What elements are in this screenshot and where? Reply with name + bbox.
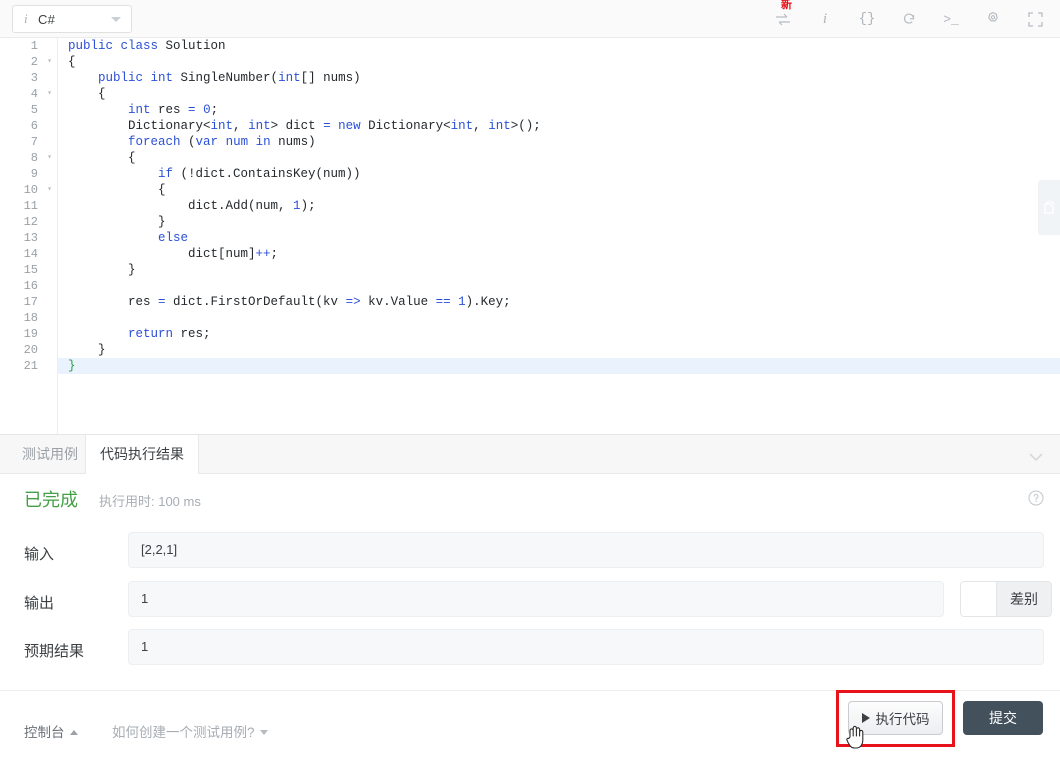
line-number: 3	[0, 70, 57, 86]
diff-label[interactable]: 差别	[996, 581, 1052, 617]
expected-label: 预期结果	[24, 640, 84, 661]
output-row: 输出 1 差别	[0, 581, 1060, 629]
info-italic-icon: i	[24, 11, 34, 27]
editor-toolbar: i C# 新 i {} >_	[0, 0, 1060, 38]
expected-field[interactable]: 1	[128, 629, 1044, 665]
code-line[interactable]: {	[58, 86, 1060, 102]
line-number: 17	[0, 294, 57, 310]
line-number: 14	[0, 246, 57, 262]
diff-toggle-group[interactable]: 差别	[960, 581, 1052, 617]
question-circle-icon[interactable]	[1028, 490, 1044, 511]
code-line[interactable]: res = dict.FirstOrDefault(kv => kv.Value…	[58, 294, 1060, 310]
braces-icon[interactable]: {}	[856, 8, 878, 30]
line-number: 10▾	[0, 182, 57, 198]
submit-label: 提交	[989, 708, 1017, 728]
code-line[interactable]: public class Solution	[58, 38, 1060, 54]
code-line[interactable]: foreach (var num in nums)	[58, 134, 1060, 150]
tab-testcase[interactable]: 测试用例	[8, 435, 92, 474]
caret-down-icon	[260, 730, 268, 735]
code-line[interactable]: return res;	[58, 326, 1060, 342]
result-tabbar: 测试用例 代码执行结果	[0, 435, 1060, 474]
line-number: 16	[0, 278, 57, 294]
code-line[interactable]: {	[58, 150, 1060, 166]
fold-caret-icon[interactable]: ▾	[47, 54, 52, 70]
code-line[interactable]: {	[58, 54, 1060, 70]
reset-icon[interactable]	[898, 8, 920, 30]
caret-up-icon	[70, 730, 78, 735]
runtime-label: 执行用时: 100 ms	[99, 491, 201, 510]
braces-glyph: {}	[859, 11, 876, 27]
code-line[interactable]: }	[58, 214, 1060, 230]
code-content[interactable]: public class Solution{ public int Single…	[58, 38, 1060, 434]
line-number: 1	[0, 38, 57, 54]
howto-testcase-link[interactable]: 如何创建一个测试用例?	[112, 721, 268, 741]
output-field[interactable]: 1	[128, 581, 944, 617]
line-number: 12	[0, 214, 57, 230]
chevron-down-icon	[111, 17, 121, 22]
toolbar-icon-group: 新 i {} >_	[772, 0, 1046, 38]
play-icon	[862, 713, 870, 723]
console-icon[interactable]: >_	[940, 8, 962, 30]
line-number: 15	[0, 262, 57, 278]
status-badge: 已完成	[24, 486, 78, 512]
code-line[interactable]: }	[58, 262, 1060, 278]
line-number: 5	[0, 102, 57, 118]
expected-row: 预期结果 1	[0, 629, 1060, 677]
info-icon[interactable]: i	[814, 8, 836, 30]
chevron-down-icon[interactable]	[1028, 449, 1044, 467]
fold-caret-icon[interactable]: ▾	[47, 182, 52, 198]
line-number: 7	[0, 134, 57, 150]
language-select[interactable]: i C#	[12, 5, 132, 33]
line-number: 2▾	[0, 54, 57, 70]
new-badge: 新	[781, 0, 792, 11]
line-number: 18	[0, 310, 57, 326]
code-line[interactable]: }	[58, 358, 1060, 374]
input-field[interactable]: [2,2,1]	[128, 532, 1044, 568]
howto-testcase-label: 如何创建一个测试用例?	[112, 725, 255, 740]
run-code-label: 执行代码	[876, 708, 930, 728]
fold-caret-icon[interactable]: ▾	[47, 150, 52, 166]
line-number-gutter: 12▾34▾5678▾910▾1112131415161718192021	[0, 38, 58, 434]
code-line[interactable]: public int SingleNumber(int[] nums)	[58, 70, 1060, 86]
fold-caret-icon[interactable]: ▾	[47, 86, 52, 102]
input-row: 输入 [2,2,1]	[0, 532, 1060, 580]
code-line[interactable]: dict.Add(num, 1);	[58, 198, 1060, 214]
line-number: 4▾	[0, 86, 57, 102]
copy-icon[interactable]	[1038, 180, 1060, 235]
line-number: 13	[0, 230, 57, 246]
line-number: 8▾	[0, 150, 57, 166]
execution-status-row: 已完成 执行用时: 100 ms	[0, 474, 1060, 522]
code-line[interactable]: Dictionary<int, int> dict = new Dictiona…	[58, 118, 1060, 134]
code-line[interactable]	[58, 310, 1060, 326]
code-line[interactable]: {	[58, 182, 1060, 198]
output-label: 输出	[24, 592, 54, 613]
compare-icon[interactable]: 新	[772, 8, 794, 30]
line-number: 9	[0, 166, 57, 182]
console-toggle-label: 控制台	[24, 725, 65, 740]
language-select-label: C#	[38, 12, 55, 27]
input-label: 输入	[24, 543, 54, 564]
line-number: 21	[0, 358, 57, 374]
code-line[interactable]: if (!dict.ContainsKey(num))	[58, 166, 1060, 182]
tab-result[interactable]: 代码执行结果	[85, 435, 199, 474]
submit-button[interactable]: 提交	[963, 701, 1043, 735]
code-editor[interactable]: 12▾34▾5678▾910▾1112131415161718192021 pu…	[0, 38, 1060, 434]
console-glyph: >_	[943, 12, 959, 27]
diff-checkbox[interactable]	[960, 581, 996, 617]
settings-gear-icon[interactable]	[982, 8, 1004, 30]
line-number: 19	[0, 326, 57, 342]
run-code-button[interactable]: 执行代码	[848, 701, 943, 735]
line-number: 20	[0, 342, 57, 358]
line-number: 6	[0, 118, 57, 134]
code-line[interactable]	[58, 278, 1060, 294]
code-line[interactable]: }	[58, 342, 1060, 358]
code-line[interactable]: else	[58, 230, 1060, 246]
console-toggle[interactable]: 控制台	[24, 721, 78, 741]
code-line[interactable]: int res = 0;	[58, 102, 1060, 118]
fullscreen-icon[interactable]	[1024, 8, 1046, 30]
line-number: 11	[0, 198, 57, 214]
code-line[interactable]: dict[num]++;	[58, 246, 1060, 262]
